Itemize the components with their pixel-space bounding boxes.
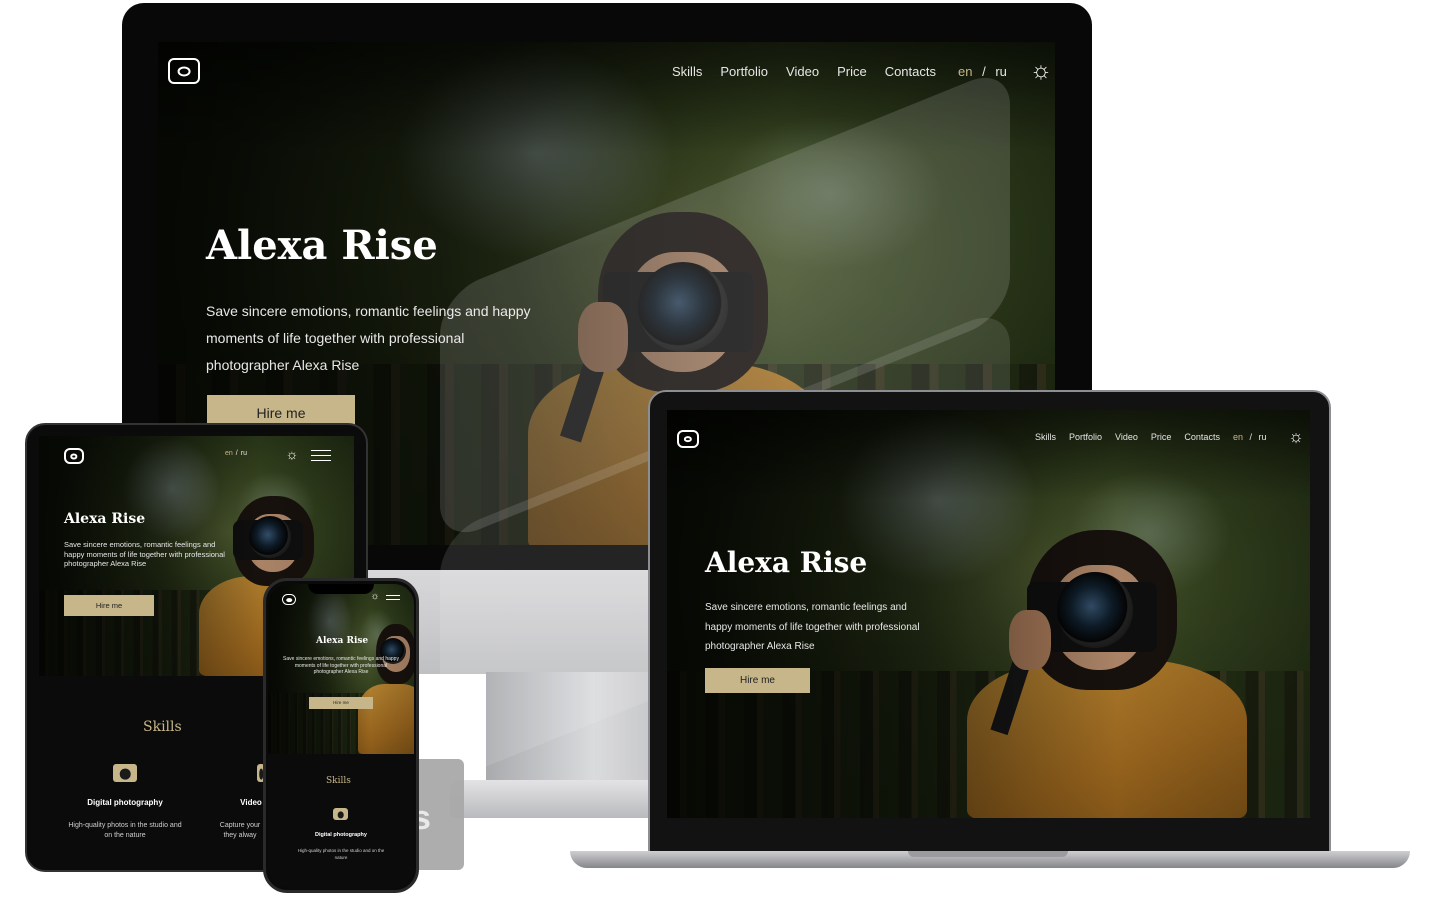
sun-icon[interactable]: ☼ bbox=[1287, 428, 1305, 446]
nav-video[interactable]: Video bbox=[1115, 432, 1138, 442]
skills-heading: Skills bbox=[326, 776, 351, 786]
hero-tagline: Save sincere emotions, romantic feelings… bbox=[705, 602, 920, 652]
skills-heading-text: Skills bbox=[143, 719, 182, 735]
hamburger-icon[interactable] bbox=[386, 595, 400, 603]
sun-icon[interactable]: ☼ bbox=[285, 447, 299, 461]
macbook-screen: Skills Portfolio Video Price Contacts en… bbox=[667, 410, 1310, 818]
lang-en[interactable]: en bbox=[958, 64, 972, 79]
nav-video[interactable]: Video bbox=[786, 64, 819, 79]
nav-contacts[interactable]: Contacts bbox=[885, 64, 936, 79]
lang-switch: en / ru bbox=[225, 450, 247, 457]
lang-ru[interactable]: ru bbox=[1259, 432, 1267, 442]
hero-tagline: Save sincere emotions, romantic feelings… bbox=[64, 540, 225, 569]
nav-skills[interactable]: Skills bbox=[1035, 432, 1056, 442]
skill-text: Capture your they alway bbox=[219, 822, 261, 839]
iphone-screen: ☼ Alexa Rise Save sincere emotions, roma… bbox=[268, 584, 414, 888]
camera-icon bbox=[113, 764, 137, 782]
nav-price[interactable]: Price bbox=[837, 64, 867, 79]
hire-me-button[interactable]: Hire me bbox=[309, 697, 373, 709]
skill-title: Digital photography bbox=[315, 832, 367, 838]
hero-title: Alexa Rise bbox=[705, 546, 868, 579]
lang-ru[interactable]: ru bbox=[995, 64, 1007, 79]
skills-heading: Skills bbox=[135, 719, 190, 735]
skill-title: Digital photography bbox=[87, 798, 163, 807]
hero-title: Alexa Rise bbox=[64, 511, 146, 527]
iphone-notch bbox=[308, 584, 374, 594]
camera-logo-icon[interactable] bbox=[282, 594, 296, 605]
lang-separator: / bbox=[1249, 432, 1252, 442]
hire-me-button[interactable]: Hire me bbox=[705, 668, 810, 693]
top-nav: Skills Portfolio Video Price Contacts en… bbox=[672, 64, 1007, 79]
sun-icon[interactable]: ☼ bbox=[370, 592, 380, 602]
sun-icon[interactable]: ☼ bbox=[1028, 58, 1054, 84]
lang-en[interactable]: en bbox=[225, 450, 233, 457]
camera-logo-icon[interactable] bbox=[677, 430, 699, 448]
camera-logo-icon[interactable] bbox=[168, 58, 200, 84]
hero-tagline: Save sincere emotions, romantic feelings… bbox=[283, 656, 399, 675]
nav-contacts[interactable]: Contacts bbox=[1184, 432, 1220, 442]
camera-logo-icon[interactable] bbox=[64, 448, 84, 464]
lang-en[interactable]: en bbox=[1233, 432, 1243, 442]
skill-text: High-quality photos in the studio and on… bbox=[297, 848, 385, 860]
hire-me-button[interactable]: Hire me bbox=[64, 595, 154, 616]
skill-text: High-quality photos in the studio and on… bbox=[68, 822, 182, 839]
lang-separator: / bbox=[235, 450, 238, 457]
skills-heading-text: Skills bbox=[326, 776, 351, 786]
camera-icon bbox=[333, 808, 348, 820]
nav-portfolio[interactable]: Portfolio bbox=[720, 64, 768, 79]
nav-skills[interactable]: Skills bbox=[672, 64, 702, 79]
hero-title: Alexa Rise bbox=[206, 222, 438, 269]
hamburger-icon[interactable] bbox=[311, 450, 331, 465]
top-nav: Skills Portfolio Video Price Contacts en… bbox=[1035, 432, 1267, 442]
nav-portfolio[interactable]: Portfolio bbox=[1069, 432, 1102, 442]
hero-title: Alexa Rise bbox=[316, 636, 369, 646]
lang-ru[interactable]: ru bbox=[241, 450, 247, 457]
macbook-notch bbox=[908, 851, 1068, 857]
nav-price[interactable]: Price bbox=[1151, 432, 1172, 442]
